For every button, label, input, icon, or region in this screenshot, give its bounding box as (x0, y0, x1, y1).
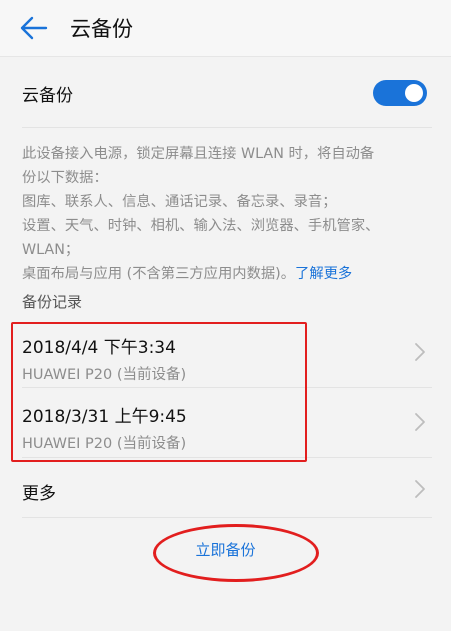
chevron-right-icon (415, 343, 425, 361)
page-title: 云备份 (70, 17, 133, 41)
divider (22, 127, 432, 128)
backup-records-header: 备份记录 (22, 293, 83, 311)
chevron-right-icon (415, 480, 425, 498)
annotation-rectangle (11, 322, 307, 462)
backup-description: 此设备接入电源，锁定屏幕且连接 WLAN 时，将自动备 份以下数据： 图库、联系… (22, 142, 432, 286)
annotation-ellipse (153, 524, 319, 582)
header-divider (0, 56, 451, 57)
divider (22, 517, 432, 518)
description-line: 此设备接入电源，锁定屏幕且连接 WLAN 时，将自动备 (22, 146, 375, 162)
description-line: WLAN； (22, 242, 80, 258)
back-arrow-icon (20, 16, 48, 40)
cloud-backup-label: 云备份 (22, 86, 73, 106)
back-button[interactable] (18, 13, 50, 43)
toggle-knob (405, 84, 423, 102)
top-bar: 云备份 (0, 0, 451, 56)
chevron-right-icon (415, 413, 425, 431)
description-text: 桌面布局与应用 (不含第三方应用内数据)。 (22, 266, 296, 282)
description-line-last: 桌面布局与应用 (不含第三方应用内数据)。了解更多 (22, 262, 432, 286)
more-item[interactable]: 更多 (22, 479, 56, 504)
cloud-backup-toggle[interactable] (373, 80, 427, 106)
learn-more-link[interactable]: 了解更多 (295, 266, 352, 282)
description-line: 图库、联系人、信息、通话记录、备忘录、录音； (22, 194, 337, 210)
description-line: 份以下数据： (22, 170, 108, 186)
description-line: 设置、天气、时钟、相机、输入法、浏览器、手机管家、 (22, 218, 380, 234)
